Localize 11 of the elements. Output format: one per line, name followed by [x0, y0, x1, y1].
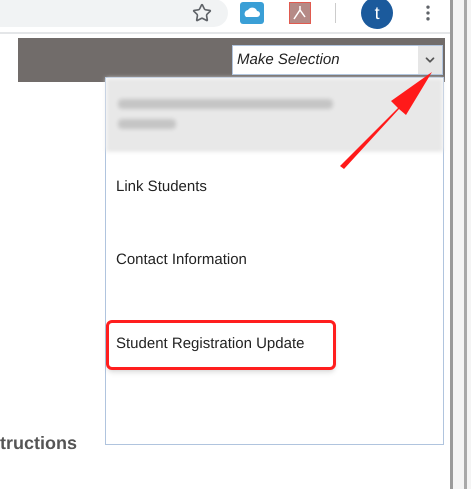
scrollbar[interactable] — [450, 0, 471, 489]
redacted-item[interactable] — [106, 78, 443, 151]
selection-dropdown[interactable]: Make Selection — [232, 45, 443, 75]
menu-item[interactable]: Link Students — [106, 162, 336, 212]
menu-item[interactable]: Student Registration Update — [106, 320, 336, 370]
menu-item[interactable]: Contact Information — [106, 236, 336, 286]
cloud-extension-icon[interactable] — [240, 2, 264, 24]
bookmark-star-icon[interactable] — [192, 3, 212, 23]
section-heading: tructions — [0, 432, 78, 455]
profile-avatar[interactable]: t — [361, 0, 394, 29]
pdf-extension-icon[interactable] — [288, 2, 311, 24]
